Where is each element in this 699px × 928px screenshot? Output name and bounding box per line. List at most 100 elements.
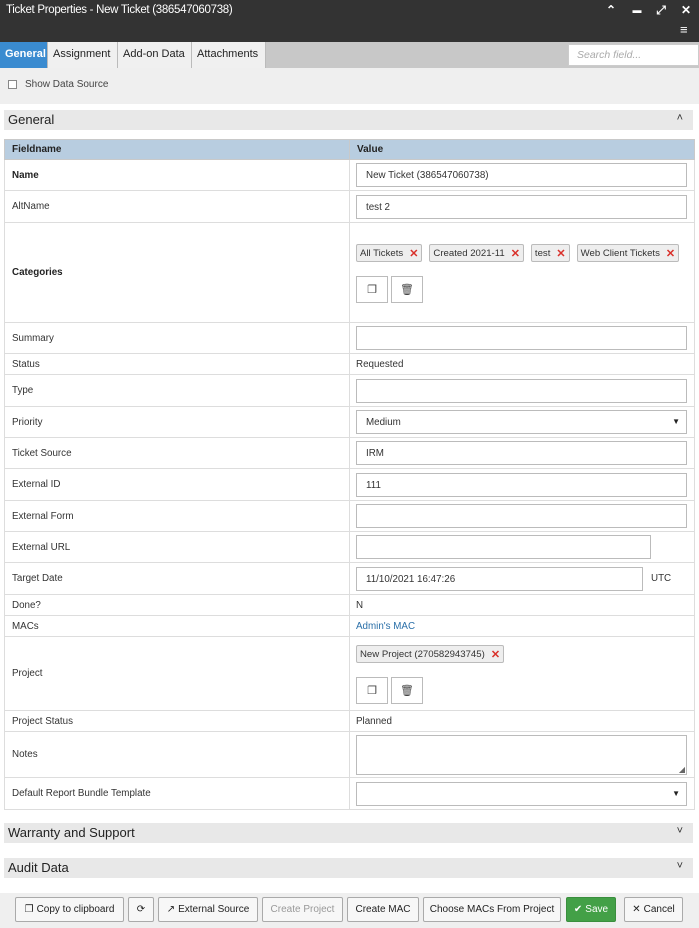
options-row: Show Data Source (0, 68, 699, 104)
refresh-icon: ⟳ (136, 904, 146, 915)
window-title: Ticket Properties - New Ticket (38654706… (6, 4, 233, 16)
table-row: External Form (4, 500, 695, 532)
external-source-button[interactable]: ↗ External Source (158, 897, 258, 922)
check-icon: ✔ (573, 904, 583, 915)
create-mac-button[interactable]: Create MAC (347, 897, 419, 922)
trash-icon: 🗑 (400, 685, 414, 697)
remove-icon[interactable]: ✕ (556, 247, 565, 260)
save-button[interactable]: ✔ Save (566, 897, 616, 922)
copy-button[interactable]: ❐ (356, 276, 388, 303)
remove-icon[interactable]: ✕ (409, 247, 418, 260)
table-row: Target Date 11/10/2021 16:47:26 UTC (4, 562, 695, 595)
value-header: Value (349, 139, 695, 160)
minimize-icon[interactable]: ▬ (630, 5, 644, 15)
section-title: General (8, 112, 55, 127)
copy-to-clipboard-button[interactable]: ❐ Copy to clipboard (15, 897, 124, 922)
timezone-label: UTC (651, 573, 672, 584)
priority-select[interactable]: Medium ▼ (356, 410, 687, 434)
report-bundle-select[interactable]: ▼ (356, 781, 687, 806)
field-label: Type (4, 374, 350, 407)
remove-icon[interactable]: ✕ (511, 247, 520, 260)
project-chips: New Project (270582943745) ✕ (356, 639, 688, 663)
dropdown-caret-icon: ▼ (672, 788, 680, 798)
field-label: MACs (4, 615, 350, 637)
field-label: External ID (4, 468, 350, 501)
table-row: Project Status Planned (4, 710, 695, 732)
tab-bar: General Assignment Add-on Data Attachmen… (0, 42, 699, 68)
field-label: Project Status (4, 710, 350, 732)
button-label: Choose MACs From Project (429, 904, 555, 915)
tab-attachments[interactable]: Attachments (192, 42, 266, 68)
collapse-icon[interactable]: ⌃ (604, 3, 618, 17)
type-input[interactable] (356, 378, 687, 403)
table-row: Project New Project (270582943745) ✕ ❐ 🗑 (4, 636, 695, 711)
table-row: Ticket Source IRM (4, 437, 695, 469)
category-chip: All Tickets ✕ (356, 244, 423, 262)
section-warranty-header[interactable]: Warranty and Support ˅ (4, 823, 693, 843)
properties-table: Fieldname Value Name New Ticket (3865470… (4, 139, 695, 810)
table-row: Summary (4, 322, 695, 354)
tab-add-on-data[interactable]: Add-on Data (118, 42, 192, 68)
name-input[interactable]: New Ticket (386547060738) (356, 163, 687, 187)
project-status-value: Planned (349, 710, 695, 732)
chip-label: Created 2021-11 (433, 247, 505, 259)
section-general-header[interactable]: General ˄ (4, 110, 693, 130)
table-row: AltName test 2 (4, 190, 695, 223)
field-label: Summary (4, 322, 350, 354)
refresh-button[interactable]: ⟳ (128, 897, 154, 922)
table-row: Type (4, 374, 695, 407)
section-audit-header[interactable]: Audit Data ˅ (4, 858, 693, 878)
close-icon: ✕ (632, 904, 641, 915)
resize-grip-icon[interactable]: ◢ (679, 765, 685, 774)
table-row: Notes ◢ (4, 731, 695, 778)
remove-icon[interactable]: ✕ (491, 648, 500, 661)
chip-label: test (534, 247, 551, 259)
table-row: Categories All Tickets ✕ Created 2021-11 ✕… (4, 222, 695, 323)
summary-input[interactable] (356, 326, 687, 350)
choose-macs-button[interactable]: Choose MACs From Project (423, 897, 561, 922)
tab-general[interactable]: General (0, 42, 48, 68)
maximize-icon[interactable]: ⤢ (654, 3, 668, 18)
menu-icon[interactable]: ≡ (680, 22, 688, 37)
show-data-source-checkbox[interactable] (8, 80, 17, 89)
copy-button[interactable]: ❐ (356, 677, 388, 704)
ticket-source-input[interactable]: IRM (356, 441, 687, 465)
cancel-button[interactable]: ✕ Cancel (624, 897, 683, 922)
delete-button[interactable]: 🗑 (391, 677, 423, 704)
field-label: Project (4, 636, 350, 711)
table-row: Done? N (4, 594, 695, 616)
field-label: Status (4, 353, 350, 375)
macs-link[interactable]: Admin's MAC (356, 621, 415, 632)
external-id-input[interactable]: 111 (356, 472, 687, 497)
field-label: Target Date (4, 562, 350, 595)
field-label: Ticket Source (4, 437, 350, 469)
trash-icon: 🗑 (400, 284, 414, 296)
notes-textarea[interactable]: ◢ (356, 734, 687, 775)
target-date-input[interactable]: 11/10/2021 16:47:26 (356, 566, 643, 591)
title-bar: Ticket Properties - New Ticket (38654706… (0, 0, 699, 42)
remove-icon[interactable]: ✕ (666, 247, 675, 260)
field-label: Priority (4, 406, 350, 438)
create-project-button[interactable]: Create Project (262, 897, 343, 922)
delete-button[interactable]: 🗑 (391, 276, 423, 303)
chevron-down-icon[interactable]: ˅ (677, 860, 683, 872)
external-url-input[interactable] (356, 535, 651, 559)
status-value: Requested (349, 353, 695, 375)
tab-assignment[interactable]: Assignment (48, 42, 118, 68)
close-icon[interactable]: ✕ (679, 3, 693, 17)
altname-input[interactable]: test 2 (356, 194, 687, 219)
chevron-up-icon[interactable]: ˄ (677, 112, 683, 124)
table-row: External URL (4, 531, 695, 563)
project-chip: New Project (270582943745) ✕ (356, 645, 505, 663)
table-row: Default Report Bundle Template ▼ (4, 777, 695, 810)
external-link-icon: ↗ (166, 904, 176, 915)
external-form-input[interactable] (356, 504, 687, 528)
button-label: Create Project (270, 904, 335, 915)
chevron-down-icon[interactable]: ˅ (677, 825, 683, 837)
clipboard-icon: ❐ (24, 904, 34, 915)
search-input[interactable]: Search field... (568, 44, 699, 66)
category-chip: Created 2021-11 ✕ (429, 244, 524, 262)
copy-icon: ❐ (367, 284, 377, 296)
chip-label: Web Client Tickets (580, 247, 660, 259)
table-row: Status Requested (4, 353, 695, 375)
